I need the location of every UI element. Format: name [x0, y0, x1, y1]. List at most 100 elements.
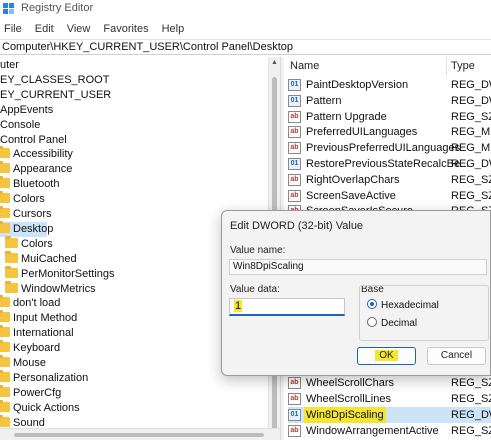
tree-item[interactable]: Console	[0, 118, 40, 133]
value-data-text: 1	[234, 300, 243, 312]
string-value-icon: ab	[288, 425, 301, 437]
tree-item[interactable]: Appearance	[0, 161, 72, 177]
tree-item[interactable]: EY_CLASSES_ROOT	[0, 73, 109, 88]
value-row[interactable]: 01 PaintDesktopVersion REG_DWO	[288, 77, 491, 93]
value-row[interactable]: ab ScreenSaveActive REG_SZ	[288, 188, 491, 204]
radio-decimal[interactable]: Decimal	[367, 317, 417, 329]
folder-icon	[0, 384, 10, 397]
tree-item[interactable]: WindowMetrics	[5, 280, 96, 297]
tree-item-label: MuiCached	[21, 252, 77, 265]
window-title: Registry Editor	[21, 2, 94, 14]
binary-value-icon: 01	[288, 94, 301, 107]
value-row[interactable]: ab PreferredUILanguages REG_MUI	[288, 124, 491, 140]
tree-item[interactable]: PowerCfg	[0, 384, 61, 401]
column-header-type[interactable]: Type	[451, 60, 475, 72]
folder-icon	[5, 235, 18, 248]
tree-item[interactable]: Bluetooth	[0, 176, 59, 192]
value-type: REG_MUI	[451, 142, 491, 155]
string-value-icon: ab	[288, 142, 301, 155]
folder-icon	[5, 250, 18, 263]
radio-hexadecimal[interactable]: Hexadecimal	[367, 299, 439, 311]
tree-horizontal-scrollbar[interactable]	[0, 428, 280, 440]
string-value-icon: ab	[288, 173, 301, 186]
tree-item[interactable]: Desktop	[0, 220, 53, 237]
tree-item-label: International	[13, 327, 74, 340]
tree-item[interactable]: Cursors	[0, 206, 52, 222]
tree-hscroll-thumb[interactable]	[14, 433, 264, 437]
tree-item[interactable]: Mouse	[0, 355, 46, 371]
tree-item[interactable]: Quick Actions	[0, 399, 80, 416]
tree-item[interactable]: Input Method	[0, 310, 78, 326]
value-name-label: Value name:	[230, 245, 286, 256]
value-row[interactable]: 01 Pattern REG_DWO	[288, 93, 491, 109]
folder-icon	[0, 310, 10, 323]
scroll-up-icon[interactable]: ▲	[271, 59, 278, 66]
folder-icon	[5, 265, 18, 278]
tree-item-label: Cursors	[13, 208, 52, 220]
menu-help[interactable]: Help	[162, 20, 185, 38]
folder-icon	[0, 369, 10, 382]
value-data-input[interactable]: 1	[229, 298, 345, 316]
tree-item[interactable]: EY_CURRENT_USER	[0, 88, 111, 103]
menu-favorites[interactable]: Favorites	[103, 20, 148, 38]
folder-icon	[0, 161, 10, 174]
value-row[interactable]: ab Pattern Upgrade REG_SZ	[288, 109, 491, 125]
tree-item[interactable]: International	[0, 325, 74, 341]
menu-view[interactable]: View	[67, 20, 91, 38]
value-row[interactable]: ab PreviousPreferredUILanguagesREG_MUI	[288, 140, 491, 156]
radio-unselected-icon[interactable]	[367, 317, 377, 327]
base-groupbox	[359, 285, 489, 341]
radio-selected-icon[interactable]	[367, 299, 377, 309]
tree-item-label: AppEvents	[0, 103, 54, 116]
tree-item[interactable]: Colors	[0, 191, 45, 207]
value-type: REG_DWO	[451, 409, 491, 421]
tree-item[interactable]: don't load	[0, 295, 60, 311]
tree-item[interactable]: AppEvents	[0, 103, 53, 118]
value-name: RestorePreviousStateRecalcBe...	[306, 158, 470, 170]
value-type: REG_DWO	[451, 94, 491, 107]
value-row[interactable]: ab WheelScrollLines REG_SZ	[288, 391, 491, 407]
address-bar[interactable]: Computer\HKEY_CURRENT_USER\Control Panel…	[0, 39, 491, 55]
tree-item[interactable]: Accessibility	[0, 146, 73, 162]
tree-item-label: Sound	[13, 416, 45, 429]
tree-item-label: PerMonitorSettings	[21, 267, 115, 280]
tree-item-label: Input Method	[13, 312, 78, 325]
value-name: WindowArrangementActive	[306, 425, 439, 437]
radio-hexadecimal-label: Hexadecimal	[381, 300, 439, 311]
binary-value-icon: 01	[288, 409, 301, 421]
value-type: REG_DWO	[451, 79, 491, 91]
tree-item[interactable]: Control Panel	[0, 133, 67, 148]
tree-item-label: Quick Actions	[13, 401, 80, 414]
folder-icon	[0, 399, 10, 412]
value-name-field: Win8DpiScaling	[229, 259, 487, 275]
value-type: REG_MUI	[451, 126, 491, 139]
value-data-label: Value data:	[230, 284, 280, 295]
string-value-icon: ab	[288, 110, 301, 123]
tree-item-label: Desktop	[13, 222, 54, 235]
tree-item-label: EY_CLASSES_ROOT	[0, 73, 110, 86]
menu-edit[interactable]: Edit	[35, 20, 54, 38]
value-row[interactable]: 01Win8DpiScaling REG_DWO	[288, 407, 491, 423]
tree-item[interactable]: MuiCached	[5, 250, 77, 267]
tree-item[interactable]: Personalization	[0, 369, 88, 386]
value-type: REG_SZ	[451, 425, 491, 437]
tree-item[interactable]: PerMonitorSettings	[5, 265, 115, 282]
column-divider[interactable]	[446, 57, 447, 75]
column-header-name[interactable]: Name	[290, 60, 319, 72]
string-value-icon: ab	[288, 189, 301, 202]
tree-item[interactable]: uter	[0, 58, 19, 73]
value-row[interactable]: ab RightOverlapChars REG_SZ	[288, 172, 491, 188]
value-name: Win8DpiScaling	[304, 407, 386, 423]
menu-file[interactable]: File	[4, 20, 22, 38]
cancel-button[interactable]: Cancel	[427, 347, 486, 365]
ok-button[interactable]: OK	[357, 347, 416, 365]
value-type: REG_DWO	[451, 158, 491, 170]
tree-item[interactable]: Keyboard	[0, 340, 60, 356]
folder-icon	[0, 325, 10, 338]
tree-item[interactable]: Colors	[5, 235, 53, 252]
value-row[interactable]: ab WheelScrollChars REG_SZ	[288, 375, 491, 391]
string-value-icon: ab	[288, 377, 301, 389]
value-row[interactable]: ab WindowArrangementActive REG_SZ	[288, 423, 491, 439]
folder-icon	[0, 355, 10, 367]
value-row[interactable]: 01 RestorePreviousStateRecalcBe...REG_DWO	[288, 156, 491, 172]
